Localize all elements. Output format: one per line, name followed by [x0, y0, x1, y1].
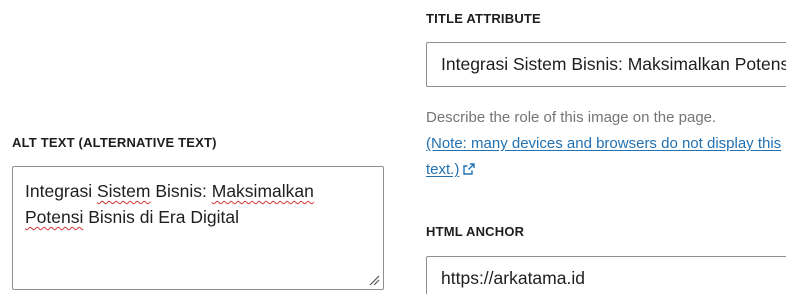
resize-grip-icon[interactable] — [368, 274, 380, 286]
alt-text-misspelled-word: Sistem — [96, 181, 151, 201]
help-text: Describe the role of this image on the p… — [426, 105, 786, 183]
note-link[interactable]: (Note: many devices and browsers do not … — [426, 135, 781, 178]
help-description: Describe the role of this image on the p… — [426, 109, 717, 126]
external-link-icon[interactable] — [462, 162, 476, 176]
title-attribute-label: TITLE ATTRIBUTE — [426, 11, 541, 26]
alt-text-value: Integrasi Sistem Bisnis: Maksimalkan Pot… — [25, 181, 314, 227]
alt-text-part: Integrasi — [25, 181, 97, 201]
alt-text-part: Bisnis di Era Digital — [83, 207, 239, 227]
image-settings-panel: ALT TEXT (ALTERNATIVE TEXT) Integrasi Si… — [0, 0, 786, 294]
alt-text-misspelled-word: Potensi — [25, 207, 84, 227]
alt-text-textarea[interactable]: Integrasi Sistem Bisnis: Maksimalkan Pot… — [12, 166, 384, 290]
note-link-text: (Note: many devices and browsers do not … — [426, 135, 782, 178]
html-anchor-label: HTML ANCHOR — [426, 224, 525, 239]
alt-text-misspelled-word: Maksimalkan — [211, 181, 314, 201]
html-anchor-input[interactable]: https://arkatama.id — [426, 256, 786, 294]
title-attribute-input[interactable]: Integrasi Sistem Bisnis: Maksimalkan Pot… — [426, 42, 786, 87]
alt-text-part: Bisnis: — [150, 181, 212, 201]
alt-text-label: ALT TEXT (ALTERNATIVE TEXT) — [12, 135, 217, 150]
